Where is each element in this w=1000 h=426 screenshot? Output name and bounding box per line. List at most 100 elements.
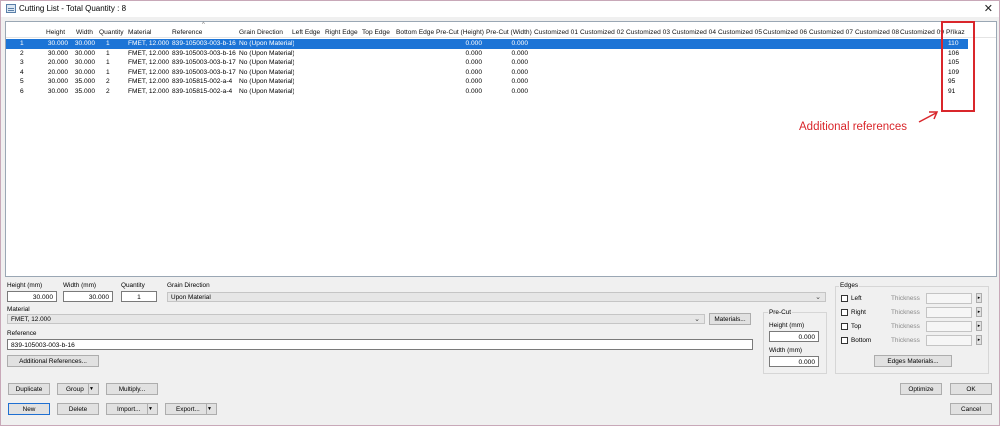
col-header-precut-height[interactable]: Pre-Cut (Height) bbox=[436, 29, 484, 36]
edge-top-checkbox[interactable] bbox=[841, 323, 848, 330]
precut-width-cell: 0.000 bbox=[511, 40, 528, 47]
col-header-customized-04[interactable]: Customized 04 bbox=[672, 29, 716, 36]
additional-references-button[interactable]: Additional References... bbox=[7, 355, 99, 367]
reference-cell: 839-105815-002-a-4 bbox=[172, 87, 233, 95]
material-label: Material bbox=[7, 306, 30, 313]
table-row[interactable]: 2 30.000 30.000 1 FMET, 12.000 839-105003-003… bbox=[6, 49, 968, 59]
edge-right-label: Right bbox=[851, 309, 866, 316]
annotation-highlight-box bbox=[941, 21, 975, 112]
edge-top-thickness-field[interactable] bbox=[926, 321, 972, 332]
multiply-button[interactable]: Multiply... bbox=[106, 383, 158, 395]
precut-width-field[interactable]: 0.000 bbox=[769, 356, 819, 367]
width-cell: 30.000 bbox=[74, 68, 95, 76]
table-row[interactable]: 5 30.000 35.000 2 FMET, 12.000 839-105815-002… bbox=[6, 77, 968, 87]
precut-width-cell: 0.000 bbox=[511, 68, 528, 76]
duplicate-button[interactable]: Duplicate bbox=[8, 383, 50, 395]
precut-label: Pre-Cut bbox=[768, 309, 793, 316]
edge-right-checkbox[interactable] bbox=[841, 309, 848, 316]
col-header-customized-09[interactable]: Customized 09 bbox=[900, 29, 944, 36]
col-header-reference[interactable]: Reference bbox=[172, 29, 202, 36]
cancel-button[interactable]: Cancel bbox=[950, 403, 992, 415]
precut-height-field[interactable]: 0.000 bbox=[769, 331, 819, 342]
group-button[interactable]: Group ▼ bbox=[57, 383, 99, 395]
material-cell: FMET, 12.000 bbox=[128, 59, 170, 66]
close-icon[interactable]: ✕ bbox=[984, 2, 993, 15]
col-header-customized-06[interactable]: Customized 06 bbox=[763, 29, 807, 36]
col-header-customized-08[interactable]: Customized 08 bbox=[855, 29, 899, 36]
row-number: 2 bbox=[20, 49, 24, 57]
edge-right-arrow-icon[interactable]: ▸ bbox=[976, 307, 982, 317]
edges-materials-button[interactable]: Edges Materials... bbox=[874, 355, 952, 367]
edge-top-arrow-icon[interactable]: ▸ bbox=[976, 321, 982, 331]
grain-direction-value: Upon Material bbox=[171, 294, 211, 301]
grain-direction-cell: No (Upon Material) bbox=[239, 49, 294, 57]
material-select[interactable]: FMET, 12.000 ⌄ bbox=[7, 314, 705, 324]
height-cell: 30.000 bbox=[47, 78, 68, 85]
col-header-top-edge[interactable]: Top Edge bbox=[362, 29, 390, 36]
quantity-label: Quantity bbox=[121, 282, 145, 289]
edge-left-thickness-field[interactable] bbox=[926, 293, 972, 304]
precut-height-cell: 0.000 bbox=[465, 87, 482, 95]
col-header-grain-direction[interactable]: Grain Direction bbox=[239, 29, 283, 36]
col-header-left-edge[interactable]: Left Edge bbox=[292, 29, 320, 36]
caret-down-icon[interactable]: ▼ bbox=[206, 404, 216, 414]
table-row[interactable]: 6 30.000 35.000 2 FMET, 12.000 839-105815-002… bbox=[6, 87, 968, 97]
materials-button[interactable]: Materials... bbox=[709, 313, 751, 325]
material-cell: FMET, 12.000 bbox=[128, 78, 170, 85]
edge-left-checkbox[interactable] bbox=[841, 295, 848, 302]
delete-button[interactable]: Delete bbox=[57, 403, 99, 415]
row-number: 1 bbox=[20, 40, 24, 47]
export-button-label: Export... bbox=[176, 406, 200, 413]
grid-header: ^ Height Width Quantity Material Referen… bbox=[6, 22, 996, 38]
grain-direction-select[interactable]: Upon Material ⌄ bbox=[167, 292, 826, 302]
precut-height-cell: 0.000 bbox=[465, 59, 482, 66]
col-header-precut-width[interactable]: Pre-Cut (Width) bbox=[486, 29, 532, 36]
new-button[interactable]: New bbox=[8, 403, 50, 415]
edge-bottom-label: Bottom bbox=[851, 337, 872, 344]
cutting-list-grid[interactable]: ^ Height Width Quantity Material Referen… bbox=[5, 21, 997, 277]
width-field[interactable]: 30.000 bbox=[63, 291, 113, 302]
col-header-customized-03[interactable]: Customized 03 bbox=[626, 29, 670, 36]
grain-direction-cell: No (Upon Material) bbox=[239, 40, 294, 47]
reference-cell: 839-105003-003-b-16 bbox=[172, 49, 236, 57]
edge-top-thickness-label: Thickness bbox=[891, 323, 920, 330]
edge-bottom-arrow-icon[interactable]: ▸ bbox=[976, 335, 982, 345]
width-label: Width (mm) bbox=[63, 282, 97, 289]
quantity-field[interactable]: 1 bbox=[121, 291, 157, 302]
table-row[interactable]: 3 20.000 30.000 1 FMET, 12.000 839-105003-003… bbox=[6, 58, 968, 68]
col-header-customized-07[interactable]: Customized 07 bbox=[809, 29, 853, 36]
window-title: Cutting List - Total Quantity : 8 bbox=[19, 4, 127, 13]
col-header-width[interactable]: Width bbox=[76, 29, 93, 36]
caret-down-icon[interactable]: ▼ bbox=[88, 384, 98, 394]
col-header-customized-02[interactable]: Customized 02 bbox=[580, 29, 624, 36]
edge-left-arrow-icon[interactable]: ▸ bbox=[976, 293, 982, 303]
height-cell: 30.000 bbox=[47, 87, 68, 95]
edge-bottom-thickness-field[interactable] bbox=[926, 335, 972, 346]
import-button[interactable]: Import... ▼ bbox=[106, 403, 158, 415]
export-button[interactable]: Export... ▼ bbox=[165, 403, 217, 415]
height-cell: 30.000 bbox=[47, 49, 68, 57]
table-row[interactable]: 1 30.000 30.000 1 FMET, 12.000 839-105003-003… bbox=[6, 39, 968, 49]
reference-field[interactable]: 839-105003-003-b-16 bbox=[7, 339, 753, 350]
ok-button[interactable]: OK bbox=[950, 383, 992, 395]
col-header-customized-05[interactable]: Customized 05 bbox=[718, 29, 762, 36]
col-header-bottom-edge[interactable]: Bottom Edge bbox=[396, 29, 434, 36]
reference-label: Reference bbox=[7, 330, 37, 337]
col-header-quantity[interactable]: Quantity bbox=[99, 29, 124, 36]
table-row[interactable]: 4 20.000 30.000 1 FMET, 12.000 839-105003-003… bbox=[6, 68, 968, 78]
col-header-height[interactable]: Height bbox=[46, 29, 65, 36]
optimize-button[interactable]: Optimize bbox=[900, 383, 942, 395]
height-field[interactable]: 30.000 bbox=[7, 291, 57, 302]
caret-down-icon[interactable]: ▼ bbox=[147, 404, 157, 414]
col-header-customized-01[interactable]: Customized 01 bbox=[534, 29, 578, 36]
edge-bottom-checkbox[interactable] bbox=[841, 337, 848, 344]
row-number: 5 bbox=[20, 78, 24, 85]
height-label: Height (mm) bbox=[7, 282, 43, 289]
col-header-material[interactable]: Material bbox=[128, 29, 151, 36]
width-cell: 30.000 bbox=[74, 40, 95, 47]
reference-cell: 839-105003-003-b-17 bbox=[172, 59, 236, 66]
reference-cell: 839-105003-003-b-17 bbox=[172, 68, 236, 76]
col-header-right-edge[interactable]: Right Edge bbox=[325, 29, 358, 36]
edge-right-thickness-label: Thickness bbox=[891, 309, 920, 316]
edge-right-thickness-field[interactable] bbox=[926, 307, 972, 318]
